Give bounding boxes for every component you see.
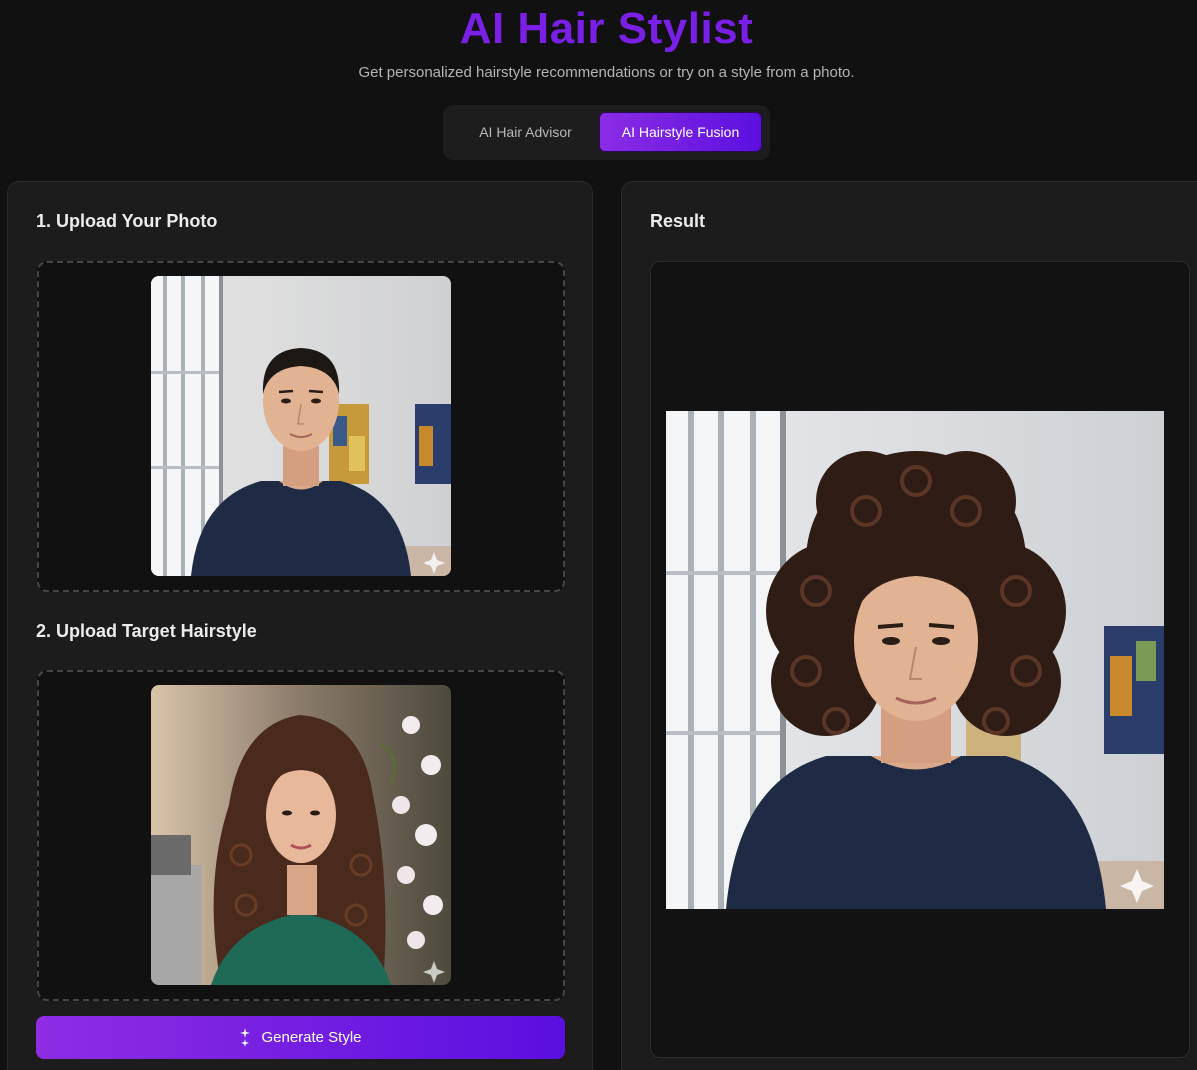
result-preview [650,261,1190,1058]
page-title: AI Hair Stylist [459,4,754,53]
input-panel: 1. Upload Your Photo 2. Upload Target Ha… [7,181,593,1070]
sparkles-icon [239,1027,251,1048]
upload-hairstyle-dropzone[interactable] [37,670,565,1001]
upload-hairstyle-label: 2. Upload Target Hairstyle [36,621,257,641]
uploaded-hairstyle-photo [151,685,451,985]
result-image [666,411,1164,909]
page-subtitle: Get personalized hairstyle recommendatio… [358,64,855,81]
mode-tabs: AI Hair Advisor AI Hairstyle Fusion [443,105,770,160]
generate-style-button[interactable]: Generate Style [36,1016,565,1059]
result-label: Result [650,211,706,231]
tab-ai-hairstyle-fusion[interactable]: AI Hairstyle Fusion [599,112,762,152]
uploaded-user-photo [151,276,451,576]
upload-photo-label: 1. Upload Your Photo [36,211,218,231]
result-panel: Result [621,181,1197,1070]
generate-style-label: Generate Style [261,1029,362,1046]
tab-ai-hair-advisor[interactable]: AI Hair Advisor [451,112,600,152]
app-root: AI Hair Stylist Get personalized hairsty… [0,0,1197,1070]
upload-photo-dropzone[interactable] [37,261,565,592]
